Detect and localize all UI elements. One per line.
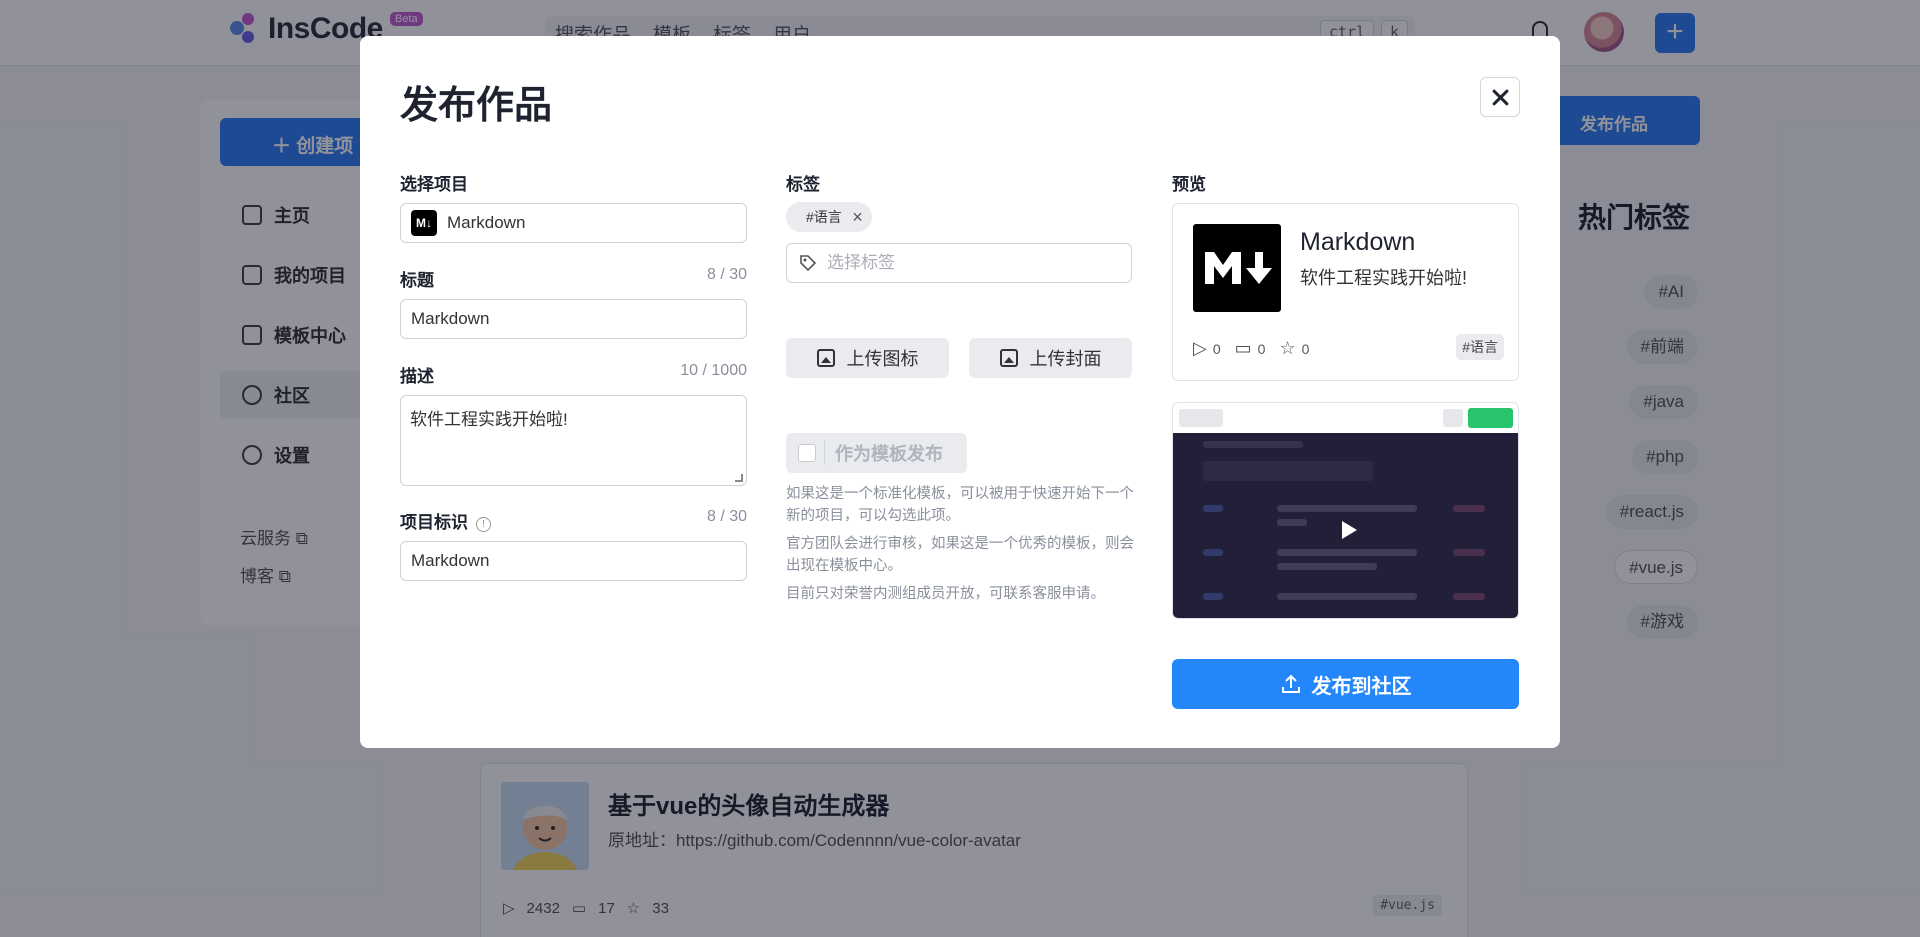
preview-name: Markdown (1300, 228, 1416, 256)
publish-to-community-button[interactable]: 发布到社区 (1172, 659, 1519, 709)
checkbox-box[interactable] (798, 444, 816, 462)
star-icon: ☆ (1279, 338, 1296, 358)
preview-card: Markdown 软件工程实践开始啦! ▷ 0 ▭ 0 ☆ 0 #语言 (1172, 203, 1519, 381)
preview-stats: ▷ 0 ▭ 0 ☆ 0 (1193, 338, 1309, 359)
title-input[interactable]: Markdown (400, 299, 747, 339)
upload-cover-button[interactable]: 上传封面 (969, 338, 1132, 378)
select-project-label: 选择项目 (400, 175, 468, 194)
markdown-logo-icon (1193, 224, 1281, 312)
play-icon[interactable] (1342, 521, 1357, 539)
preview-label: 预览 (1172, 175, 1206, 194)
tag-input-placeholder: 选择标签 (827, 253, 895, 272)
publish-button-label: 发布到社区 (1311, 675, 1412, 698)
tag-chip-label: #语言 (806, 209, 842, 225)
preview-star-count: 0 (1301, 340, 1310, 357)
template-hint: 官方团队会进行审核，如果这是一个优秀的模板，则会出现在模板中心。 (786, 536, 1134, 574)
cover-toolbar (1173, 403, 1518, 433)
description-char-count: 10 / 1000 (680, 362, 747, 379)
identifier-char-count: 8 / 30 (706, 508, 747, 525)
close-button[interactable] (1480, 77, 1520, 117)
identifier-input-value: Markdown (411, 551, 490, 570)
comment-icon: ▭ (1234, 338, 1252, 358)
preview-tag: #语言 (1456, 334, 1504, 360)
resize-handle-icon[interactable] (735, 474, 743, 482)
preview-description: 软件工程实践开始啦! (1300, 268, 1468, 288)
select-project-dropdown[interactable]: M↓ Markdown (400, 203, 747, 243)
template-hint: 目前只对荣誉内测组成员开放，可联系客服申请。 (786, 586, 1105, 602)
description-label: 描述 (400, 367, 434, 386)
info-icon[interactable]: ! (476, 517, 491, 532)
image-icon (999, 349, 1018, 367)
identifier-label: 项目标识! (400, 508, 491, 533)
template-hint: 如果这是一个标准化模板，可以被用于快速开始下一个新的项目，可以勾选此项。 (786, 486, 1134, 524)
upload-icon-label: 上传图标 (846, 349, 919, 369)
description-value: 软件工程实践开始啦! (410, 410, 568, 429)
image-icon (816, 349, 835, 367)
upload-icon-button[interactable]: 上传图标 (786, 338, 949, 378)
title-char-count: 8 / 30 (706, 266, 747, 283)
play-icon: ▷ (1193, 338, 1207, 358)
preview-play-count: 0 (1212, 340, 1221, 357)
modal-title: 发布作品 (400, 85, 553, 127)
publish-modal: 发布作品 选择项目 M↓ Markdown 标题 8 / 30 Markdown… (360, 36, 1560, 748)
title-input-value: Markdown (411, 309, 490, 328)
template-checkbox-label: 作为模板发布 (835, 444, 943, 464)
cover-screenshot (1173, 433, 1518, 618)
tag-select-input[interactable]: 选择标签 (786, 243, 1132, 283)
preview-comment-count: 0 (1257, 340, 1266, 357)
upload-icon (1281, 674, 1300, 693)
selected-tag-chip: #语言 × (786, 202, 872, 232)
template-checkbox[interactable]: 作为模板发布 (786, 433, 967, 473)
identifier-input[interactable]: Markdown (400, 541, 747, 581)
title-label: 标题 (400, 271, 434, 290)
preview-cover-video[interactable] (1172, 402, 1519, 619)
divider (824, 441, 825, 465)
markdown-icon: M↓ (411, 210, 437, 236)
select-project-value: Markdown (447, 213, 526, 232)
tag-icon (800, 255, 817, 272)
remove-tag-icon[interactable]: × (852, 202, 863, 232)
upload-cover-label: 上传封面 (1029, 349, 1102, 369)
description-textarea[interactable]: 软件工程实践开始啦! (400, 395, 747, 486)
tags-label: 标签 (786, 175, 820, 194)
identifier-label-text: 项目标识 (400, 513, 468, 532)
